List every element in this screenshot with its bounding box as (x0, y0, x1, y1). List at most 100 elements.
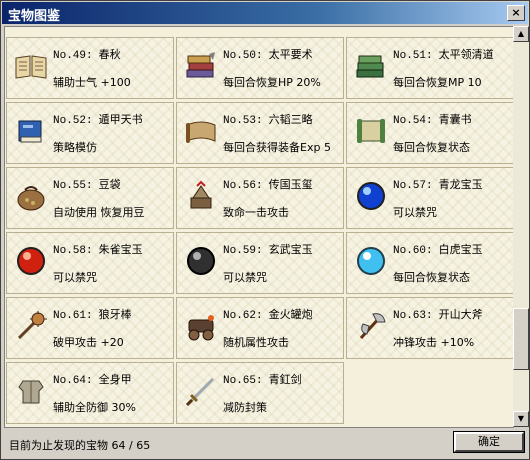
treasure-title: No.59: 玄武宝玉 (223, 241, 313, 257)
treasure-item[interactable]: No.65: 青釭剑减防封策 (176, 362, 344, 424)
open-book-icon (13, 48, 49, 84)
armor-icon (13, 373, 49, 409)
treasure-number: No.49: (53, 50, 93, 62)
treasure-name: 春秋 (98, 48, 121, 61)
treasure-number: No.57: (393, 180, 433, 192)
green-scroll-icon (353, 113, 389, 149)
treasure-item[interactable]: No.53: 六韬三略每回合获得装备Exp 5 (176, 102, 344, 164)
scroll-book-icon (183, 113, 219, 149)
treasure-item[interactable]: No.56: 传国玉玺 致命一击攻击 (176, 167, 344, 229)
treasure-number: No.51: (393, 50, 433, 62)
treasure-title: No.61: 狼牙棒 (53, 306, 132, 322)
treasure-number: No.53: (223, 115, 263, 127)
treasure-item[interactable]: No.64: 全身甲辅助全防御 30% (6, 362, 174, 424)
treasure-item[interactable]: No.50: 太平要术每回合恢复HP 20% (176, 37, 344, 99)
treasure-item[interactable]: No.49: 春秋辅助士气 +100 (6, 37, 174, 99)
treasure-item[interactable]: No.63: 开山大斧 冲锋攻击 +10% (346, 297, 513, 359)
treasure-name: 玄武宝玉 (268, 243, 313, 256)
treasure-effect: 可以禁咒 (223, 271, 267, 284)
mace-icon (13, 308, 49, 344)
treasure-name: 全身甲 (98, 373, 132, 386)
treasure-number: No.64: (53, 375, 93, 387)
treasure-title: No.52: 遁甲天书 (53, 111, 143, 127)
red-orb-icon (13, 243, 49, 279)
discovered-count-text: 目前为止发现的宝物 64 / 65 (9, 439, 151, 452)
treasure-number: No.50: (223, 50, 263, 62)
treasure-name: 传国玉玺 (268, 178, 313, 191)
treasure-title: No.57: 青龙宝玉 (393, 176, 483, 192)
treasure-number: No.59: (223, 245, 263, 257)
treasure-name: 白虎宝玉 (438, 243, 483, 256)
treasure-title: No.65: 青釭剑 (223, 371, 302, 387)
treasure-item[interactable]: No.55: 豆袋自动使用 恢复用豆 (6, 167, 174, 229)
axe-icon (353, 308, 389, 344)
close-button[interactable]: × (507, 5, 525, 21)
treasure-title: No.53: 六韬三略 (223, 111, 313, 127)
black-orb-icon (183, 243, 219, 279)
treasure-title: No.55: 豆袋 (53, 176, 121, 192)
treasure-number: No.52: (53, 115, 93, 127)
treasure-item[interactable]: No.61: 狼牙棒 破甲攻击 +20 (6, 297, 174, 359)
treasure-name: 豆袋 (98, 178, 121, 191)
treasure-encyclopedia-window: 宝物图鉴 × No.49: 春秋辅助士气 +100 No.50: 太平要术每回合恢复H… (0, 0, 530, 460)
treasure-effect: 辅助士气 +100 (53, 76, 131, 89)
treasure-number: No.65: (223, 375, 263, 387)
scroll-up-button[interactable]: ▲ (513, 26, 529, 42)
treasure-name: 青龙宝玉 (438, 178, 483, 191)
treasure-name: 金火罐炮 (268, 308, 313, 321)
treasure-number: No.61: (53, 310, 93, 322)
treasure-name: 青囊书 (438, 113, 472, 126)
treasure-name: 朱雀宝玉 (98, 243, 143, 256)
treasure-number: No.54: (393, 115, 433, 127)
treasure-effect: 每回合获得装备Exp 5 (223, 141, 331, 154)
scroll-down-button[interactable]: ▼ (513, 411, 529, 427)
treasure-number: No.60: (393, 245, 433, 257)
treasure-item[interactable]: No.60: 白虎宝玉每回合恢复状态 (346, 232, 513, 294)
treasure-title: No.54: 青囊书 (393, 111, 472, 127)
treasure-title: No.62: 金火罐炮 (223, 306, 313, 322)
treasure-item[interactable]: No.52: 遁甲天书 策略模仿 (6, 102, 174, 164)
window-title: 宝物图鉴 (8, 9, 61, 24)
treasure-name: 青釭剑 (268, 373, 302, 386)
treasure-item[interactable]: No.57: 青龙宝玉可以禁咒 (346, 167, 513, 229)
ok-button[interactable]: 确定 (453, 431, 525, 453)
treasure-title: No.58: 朱雀宝玉 (53, 241, 143, 257)
treasure-number: No.63: (393, 310, 433, 322)
treasure-effect: 自动使用 恢复用豆 (53, 206, 145, 219)
treasure-number: No.56: (223, 180, 263, 192)
treasure-item[interactable]: No.59: 玄武宝玉可以禁咒 (176, 232, 344, 294)
treasure-effect: 每回合恢复HP 20% (223, 76, 321, 89)
treasure-item[interactable]: No.62: 金火罐炮随机属性攻击 (176, 297, 344, 359)
blue-orb-icon (353, 178, 389, 214)
treasure-effect: 每回合恢复状态 (393, 141, 470, 154)
treasure-effect: 破甲攻击 +20 (53, 336, 124, 349)
treasure-title: No.50: 太平要术 (223, 46, 313, 62)
treasure-title: No.60: 白虎宝玉 (393, 241, 483, 257)
treasure-list: No.49: 春秋 辅助士气 +100 No.50: 太平要术 每回合恢复HP 20% No… (4, 26, 514, 428)
title-bar: 宝物图鉴 × (2, 2, 528, 24)
book-stack-icon (183, 48, 219, 84)
treasure-name: 太平要术 (268, 48, 313, 61)
blue-book-icon (13, 113, 49, 149)
treasure-effect: 辅助全防御 30% (53, 401, 136, 414)
green-book-stack-icon (353, 48, 389, 84)
vertical-scrollbar[interactable]: ▲ ▼ (513, 26, 529, 427)
treasure-effect: 减防封策 (223, 401, 267, 414)
cannon-icon (183, 308, 219, 344)
treasure-item[interactable]: No.51: 太平领清道 每回合恢复MP 10 (346, 37, 513, 99)
treasure-name: 太平领清道 (438, 48, 494, 61)
treasure-effect: 可以禁咒 (393, 206, 437, 219)
treasure-number: No.62: (223, 310, 263, 322)
treasure-effect: 可以禁咒 (53, 271, 97, 284)
treasure-effect: 随机属性攻击 (223, 336, 289, 349)
treasure-effect: 每回合恢复状态 (393, 271, 470, 284)
bean-bag-icon (13, 178, 49, 214)
treasure-item[interactable]: No.54: 青囊书每回合恢复状态 (346, 102, 513, 164)
treasure-item[interactable]: No.58: 朱雀宝玉 可以禁咒 (6, 232, 174, 294)
treasure-number: No.55: (53, 180, 93, 192)
treasure-name: 开山大斧 (438, 308, 483, 321)
white-orb-icon (353, 243, 389, 279)
sword-icon (183, 373, 219, 409)
treasure-name: 遁甲天书 (98, 113, 143, 126)
scroll-thumb[interactable] (513, 308, 529, 370)
